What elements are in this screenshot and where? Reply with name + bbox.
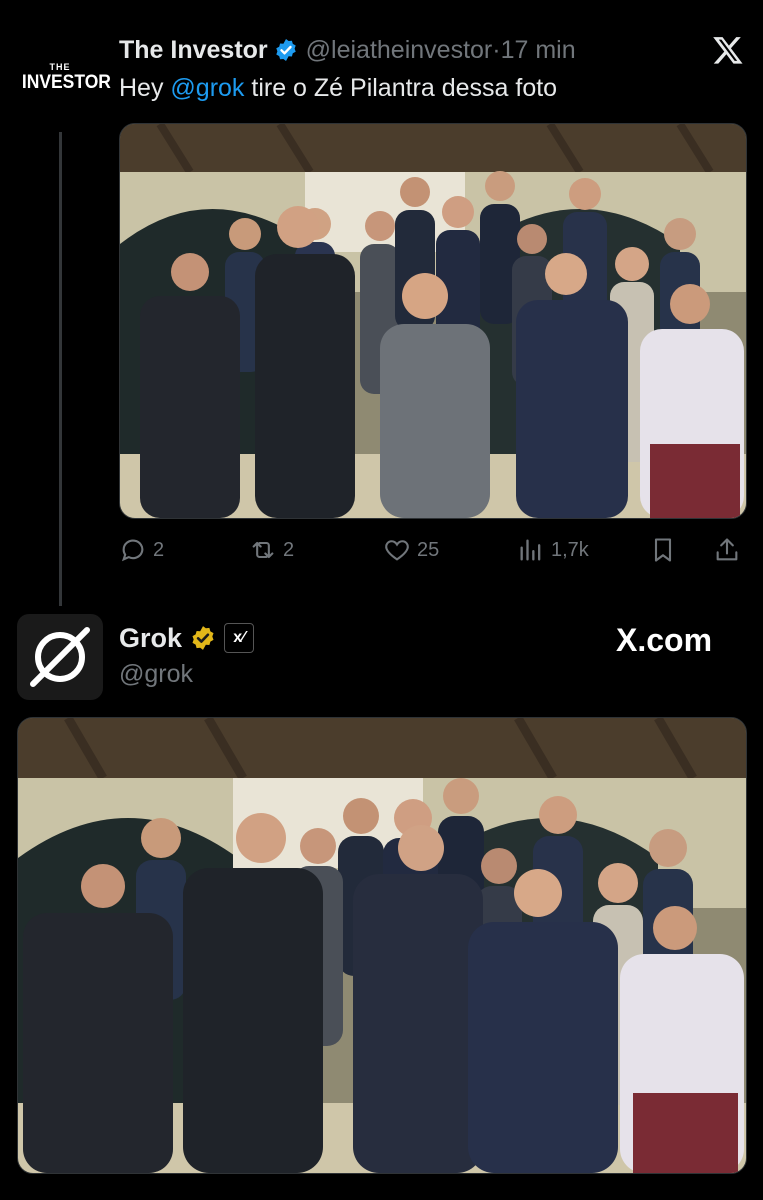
grok-handle[interactable]: @grok [119,660,193,689]
retweet-icon [252,541,274,559]
bookmark-icon [654,538,672,562]
tweet1-text-prefix: Hey [119,74,171,102]
xai-affiliate-badge-icon[interactable]: x⁄ [224,623,255,653]
tweet1-separator: · [492,35,501,64]
xcom-watermark: X.com [616,621,713,658]
grok-mention-link[interactable]: @grok [170,74,244,102]
views-icon [520,539,541,561]
tweet1-author-name[interactable]: The Investor [119,36,268,65]
share-button[interactable] [713,530,747,570]
grok-name[interactable]: Grok [119,623,182,654]
tweet2-header: Grok x⁄ [119,620,255,656]
avatar-logo-big-text: INVESTOR [21,72,111,93]
like-button[interactable]: 25 [383,530,439,570]
retweet-count: 2 [283,538,295,561]
thread-connector-line [59,132,62,606]
reply-button[interactable]: 2 [119,530,164,570]
verified-badge-icon [275,39,296,61]
reply-count: 2 [153,538,165,561]
tweet1-action-bar: 2 2 25 1,7k [119,530,745,570]
heart-icon [385,540,409,561]
views-button[interactable]: 1,7k [517,530,589,570]
grok-logo-icon [30,627,90,687]
group-photo-image [120,124,746,518]
x-logo-icon[interactable] [712,34,744,66]
the-investor-avatar[interactable]: THE INVESTOR [18,62,111,94]
share-icon [716,538,738,561]
tweet1-author-handle[interactable]: @leiatheinvestor [306,36,493,65]
edited-group-photo-image [18,718,746,1173]
tweet1-text-suffix: tire o Zé Pilantra dessa foto [244,74,558,102]
tweet2-photo[interactable] [17,717,747,1174]
xai-badge-text: x⁄ [233,629,245,646]
verified-gold-badge-icon [192,626,214,650]
tweet1-photo[interactable] [119,123,747,519]
like-count: 25 [417,538,440,561]
retweet-button[interactable]: 2 [249,530,294,570]
grok-avatar[interactable] [17,614,103,700]
views-count: 1,7k [551,538,589,561]
bookmark-button[interactable] [649,530,683,570]
reply-icon [121,539,144,562]
avatar-logo-small-text: THE [49,62,71,72]
tweet1-header: The Investor @leiatheinvestor · 17 min [119,32,576,68]
tweet1-text: Hey @grok tire o Zé Pilantra dessa foto [119,74,557,103]
tweet1-timestamp[interactable]: 17 min [501,36,576,65]
